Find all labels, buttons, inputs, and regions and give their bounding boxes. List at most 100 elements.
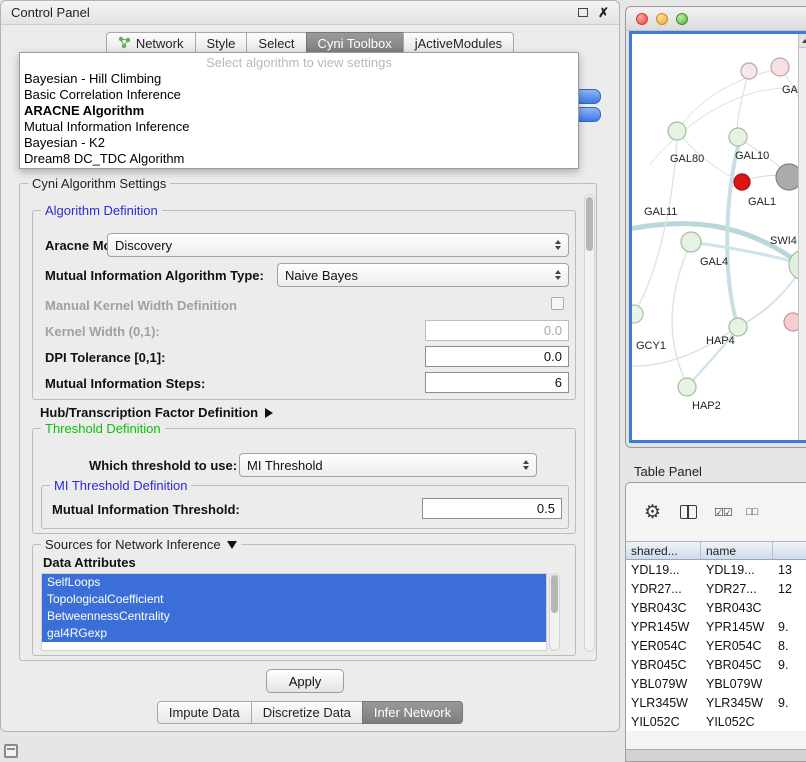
column-header-name[interactable]: name [701,542,773,559]
close-icon[interactable]: ✗ [598,6,609,19]
table-cell: YBL079W [701,677,773,691]
close-traffic-light[interactable] [636,13,648,25]
table-row[interactable]: YDL19...YDL19...13 [626,560,806,579]
table-cell: YPR145W [701,620,773,634]
network-node[interactable] [668,122,686,140]
tab-label: Network [136,36,184,51]
table-row[interactable]: YDR27...YDR27...12 [626,579,806,598]
table-cell: YDL19... [626,563,701,577]
algorithm-definition-title: Algorithm Definition [41,203,162,218]
tab-label: Style [207,36,236,51]
table-cell: YPR145W [626,620,701,634]
dropdown-item-bayesian-k2[interactable]: Bayesian - K2 [20,135,578,151]
manual-kernel-checkbox[interactable] [551,297,564,310]
column-header-extra[interactable] [773,542,806,559]
zoom-traffic-light[interactable] [676,13,688,25]
table-cell: YER054C [701,639,773,653]
table-cell: 12 [773,582,806,596]
network-node[interactable] [771,58,789,76]
dpi-tolerance-field[interactable]: 0.0 [425,346,569,367]
table-row[interactable]: YER054CYER054C8. [626,636,806,655]
settings-scrollbar[interactable] [584,194,595,652]
hub-definition-label: Hub/Transcription Factor Definition [40,405,258,420]
sources-group-toggle[interactable]: Sources for Network Inference [41,537,241,552]
canvas-scrollbar[interactable] [798,34,806,440]
dpi-tolerance-label: DPI Tolerance [0,1]: [45,350,165,365]
settings-group-title: Cyni Algorithm Settings [28,176,170,191]
network-canvas[interactable]: GAL80GAL10GAL8GAL11GAL1SWI4GAL4GCY1HAP4H… [629,31,806,443]
dropdown-item-mutual-information[interactable]: Mutual Information Inference [20,119,578,135]
mi-threshold-field[interactable]: 0.5 [422,498,562,519]
float-window-icon[interactable] [578,8,588,17]
minimized-panel-icon[interactable] [4,744,18,758]
tab-label: Discretize Data [263,705,351,720]
table-row[interactable]: YIL052CYIL052C [626,712,806,731]
kernel-width-field[interactable]: 0.0 [425,320,569,341]
which-threshold-combo[interactable]: MI Threshold [239,453,537,477]
tab-label: Cyni Toolbox [318,36,392,51]
scrollbar-thumb[interactable] [551,575,558,613]
dropdown-item-dream8[interactable]: Dream8 DC_TDC Algorithm [20,151,578,167]
minimize-traffic-light[interactable] [656,13,668,25]
data-attributes-list: SelfLoops TopologicalCoefficient Between… [41,573,547,651]
table-cell: YBR045C [626,658,701,672]
algorithm-dropdown-popup: Select algorithm to view settings Bayesi… [19,52,579,169]
list-item-selfloops[interactable]: SelfLoops [42,574,546,591]
table-cell: YDR27... [701,582,773,596]
table-row[interactable]: YBR045CYBR045C9. [626,655,806,674]
mi-type-combo[interactable]: Naive Bayes [277,263,569,287]
combo-arrows-icon [523,460,529,470]
list-item-gal4rgexp[interactable]: gal4RGexp [42,625,546,642]
network-node[interactable] [678,378,696,396]
apply-button[interactable]: Apply [266,669,344,693]
dropdown-item-aracne[interactable]: ARACNE Algorithm [20,103,578,119]
attributes-scrollbar[interactable] [549,573,560,651]
dropdown-item-bayesian-hill-climbing[interactable]: Bayesian - Hill Climbing [20,71,578,87]
list-item-topologicalcoefficient[interactable]: TopologicalCoefficient [42,591,546,608]
combo-arrows-icon [555,240,561,250]
tab-discretize-data[interactable]: Discretize Data [251,701,363,724]
table-row[interactable]: YLR345WYLR345W9. [626,693,806,712]
select-all-icon[interactable]: ☑☑ [714,506,732,519]
table-body: YDL19...YDL19...13YDR27...YDR27...12YBR0… [626,560,806,731]
network-node-label: GAL1 [748,196,776,208]
network-node[interactable] [734,174,750,190]
table-row[interactable]: YBR043CYBR043C [626,598,806,617]
table-cell: 8. [773,639,806,653]
cyni-settings-group: Cyni Algorithm Settings Algorithm Defini… [19,183,597,661]
mi-threshold-label: Mutual Information Threshold: [52,502,240,517]
network-tab-icon [118,36,131,52]
table-row[interactable]: YBL079WYBL079W [626,674,806,693]
table-row[interactable]: YPR145WYPR145W9. [626,617,806,636]
scrollbar-thumb[interactable] [586,197,593,251]
network-node[interactable] [741,63,757,79]
dropdown-item-basic-correlation[interactable]: Basic Correlation Inference [20,87,578,103]
mi-steps-field[interactable]: 6 [425,372,569,393]
tab-impute-data[interactable]: Impute Data [157,701,252,724]
table-cell: YIL052C [626,715,701,729]
network-node[interactable] [729,128,747,146]
algorithm-definition-group: Algorithm Definition Aracne Mode: Discov… [32,210,576,400]
deselect-all-icon[interactable]: □□ [746,506,757,518]
hub-definition-toggle[interactable]: Hub/Transcription Factor Definition [40,405,273,420]
mi-threshold-group: MI Threshold Definition Mutual Informati… [41,485,569,529]
tab-infer-network[interactable]: Infer Network [362,701,463,724]
columns-icon[interactable] [680,505,697,519]
aracne-mode-combo[interactable]: Discovery [107,233,569,257]
network-node[interactable] [632,305,643,323]
list-item-betweennesscentrality[interactable]: BetweennessCentrality [42,608,546,625]
network-node[interactable] [681,232,701,252]
table-cell: YER054C [626,639,701,653]
screen: Control Panel ✗ Network [0,0,806,762]
network-node-label: HAP4 [706,335,735,347]
network-node[interactable] [729,318,747,336]
tab-label: jActiveModules [415,36,502,51]
gear-icon[interactable]: ⚙ [644,501,661,524]
column-header-shared-name[interactable]: shared... [626,542,701,559]
table-cell: 9. [773,620,806,634]
mi-steps-label: Mutual Information Steps: [45,376,205,391]
scroll-up-button[interactable] [799,34,806,48]
table-header: shared... name [626,541,806,560]
table-cell: 9. [773,696,806,710]
field-value: 6 [555,375,562,390]
